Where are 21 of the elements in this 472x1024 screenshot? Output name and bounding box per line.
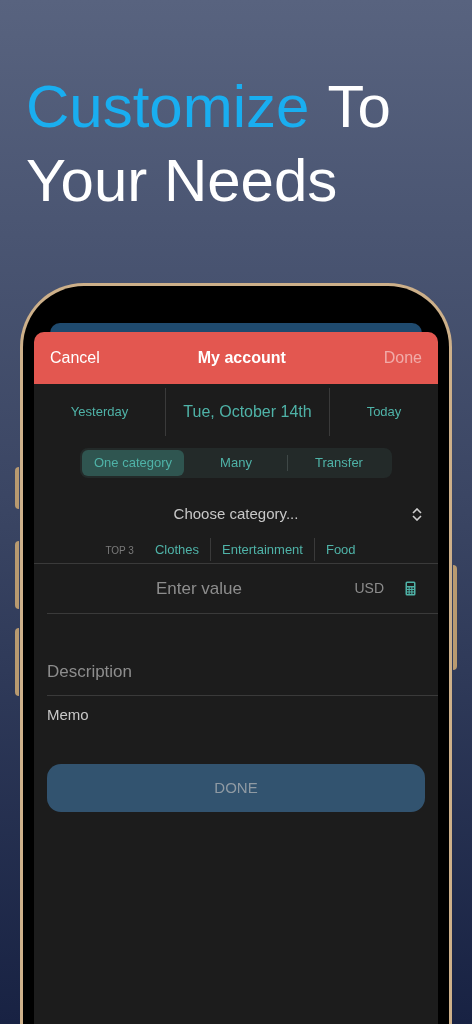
headline-text: To — [327, 72, 391, 142]
mode-tab[interactable]: Transfer — [288, 450, 390, 476]
top-label: TOP 3 — [105, 544, 134, 558]
mode-tab[interactable]: Many — [185, 450, 287, 476]
category-chip[interactable]: Entertainment — [211, 539, 314, 560]
category-chip[interactable]: Food — [314, 539, 367, 560]
cancel-button[interactable]: Cancel — [50, 346, 100, 370]
headline-text: Customize — [26, 72, 310, 142]
description-field[interactable]: Description — [47, 648, 438, 696]
yesterday-button[interactable]: Yesterday — [70, 402, 129, 422]
headline-text: Your Needs — [26, 146, 338, 216]
current-date[interactable]: Tue, October 14th — [183, 400, 312, 424]
memo-field[interactable]: Memo — [34, 696, 438, 734]
currency-label: USD — [354, 579, 384, 598]
category-picker[interactable]: Choose category... — [34, 498, 438, 530]
header-title: My account — [197, 348, 286, 368]
amount-field[interactable]: Enter value — [47, 564, 355, 613]
chevron-up-down-icon — [412, 508, 422, 521]
category-chip[interactable]: Clothes — [143, 539, 210, 560]
today-button[interactable]: Today — [366, 402, 402, 422]
calculator-icon[interactable] — [405, 581, 416, 596]
